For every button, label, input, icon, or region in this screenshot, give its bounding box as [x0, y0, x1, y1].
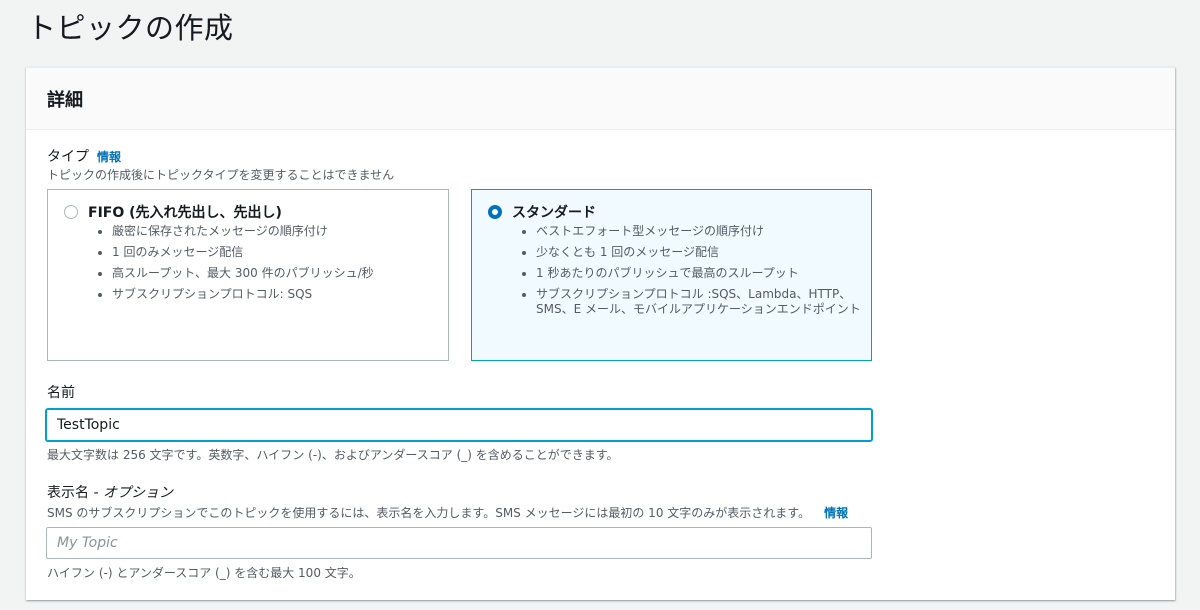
list-item: 1 秒あたりのパブリッシュで最高のスループット: [536, 266, 862, 281]
fifo-title: FIFO (先入れ先出し、先出し): [88, 205, 282, 221]
display-name-hint: ハイフン (-) とアンダースコア (_) を含む最大 100 文字。: [47, 566, 361, 580]
fifo-bullets: 厳密に保存されたメッセージの順序付け 1 回のみメッセージ配信 高スループット、…: [94, 224, 374, 308]
display-name-label-row: 表示名 - オプション: [47, 484, 173, 502]
type-option-fifo[interactable]: FIFO (先入れ先出し、先出し) 厳密に保存されたメッセージの順序付け 1 回…: [47, 189, 449, 361]
type-option-standard[interactable]: スタンダード ベストエフォート型メッセージの順序付け 少なくとも 1 回のメッセ…: [471, 189, 872, 361]
fifo-radio[interactable]: [64, 205, 78, 219]
standard-radio[interactable]: [488, 205, 502, 219]
list-item: 高スループット、最大 300 件のパブリッシュ/秒: [112, 266, 374, 281]
standard-bullets: ベストエフォート型メッセージの順序付け 少なくとも 1 回のメッセージ配信 1 …: [518, 224, 862, 323]
list-item: サブスクリプションプロトコル: SQS: [112, 287, 374, 302]
type-label-row: タイプ 情報: [47, 148, 121, 166]
fifo-head: FIFO (先入れ先出し、先出し): [64, 202, 282, 222]
type-label: タイプ: [47, 149, 89, 165]
list-item: 1 回のみメッセージ配信: [112, 245, 374, 260]
page-title: トピックの作成: [27, 11, 234, 45]
type-info-link[interactable]: 情報: [97, 150, 121, 164]
display-name-input[interactable]: [46, 527, 872, 559]
display-name-optional: - オプション: [89, 485, 173, 501]
display-name-info-link[interactable]: 情報: [824, 506, 848, 520]
name-label: 名前: [47, 385, 75, 401]
standard-title: スタンダード: [512, 205, 596, 221]
standard-head: スタンダード: [488, 202, 596, 222]
display-name-description: SMS のサブスクリプションでこのトピックを使用するには、表示名を入力します。S…: [47, 506, 811, 520]
name-input[interactable]: [46, 409, 872, 441]
list-item: ベストエフォート型メッセージの順序付け: [536, 224, 862, 239]
name-hint: 最大文字数は 256 文字です。英数字、ハイフン (-)、およびアンダースコア …: [47, 448, 619, 462]
type-description: トピックの作成後にトピックタイプを変更することはできません: [47, 168, 395, 182]
display-name-description-row: SMS のサブスクリプションでこのトピックを使用するには、表示名を入力します。S…: [47, 505, 848, 521]
list-item: サブスクリプションプロトコル :SQS、Lambda、HTTP、SMS、E メー…: [536, 287, 862, 317]
display-name-label: 表示名: [47, 485, 89, 501]
details-panel: 詳細 タイプ 情報 トピックの作成後にトピックタイプを変更することはできません F…: [26, 67, 1175, 600]
list-item: 少なくとも 1 回のメッセージ配信: [536, 245, 862, 260]
details-heading: 詳細: [47, 89, 83, 111]
list-item: 厳密に保存されたメッセージの順序付け: [112, 224, 374, 239]
details-header: 詳細: [26, 68, 1175, 130]
